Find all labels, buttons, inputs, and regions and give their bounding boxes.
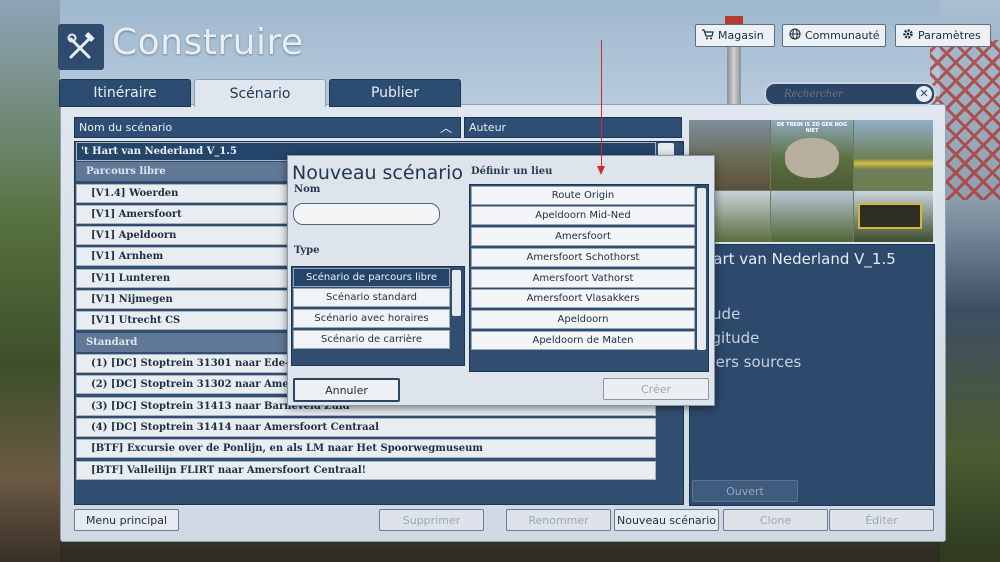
type-option-free-roam[interactable]: Scénario de parcours libre — [293, 268, 450, 287]
chevron-up-icon[interactable]: ︿ — [440, 119, 452, 136]
location-item[interactable]: Apeldoorn de Maten — [471, 331, 695, 350]
location-item[interactable]: Apeldoorn — [471, 310, 695, 329]
settings-button[interactable]: Paramètres — [895, 24, 991, 47]
type-option-timetabled[interactable]: Scénario avec horaires — [293, 309, 450, 328]
background-scenery-left — [0, 0, 60, 562]
route-info-title: Hart van Nederland V_1.5 — [702, 250, 896, 268]
location-item[interactable]: Route Origin — [471, 186, 695, 205]
route-info-panel — [689, 244, 935, 506]
column-header-author[interactable]: Auteur — [464, 117, 682, 138]
app-title: Construire — [112, 22, 304, 63]
location-label: Définir un lieu — [471, 166, 553, 177]
type-option-standard[interactable]: Scénario standard — [293, 288, 450, 307]
cancel-button[interactable]: Annuler — [293, 378, 400, 402]
column-header-name-label: Nom du scénario — [79, 121, 173, 134]
preview-thumb-trains — [854, 120, 933, 190]
store-button-label: Magasin — [718, 29, 764, 42]
tools-icon — [58, 24, 104, 70]
scenario-name-input[interactable] — [293, 203, 440, 225]
settings-button-label: Paramètres — [918, 29, 981, 42]
annotation-arrow-icon — [597, 166, 605, 175]
globe-icon — [789, 28, 801, 43]
search-input[interactable] — [782, 85, 916, 104]
open-button[interactable]: Ouvert — [692, 480, 798, 502]
main-menu-button[interactable]: Menu principal — [74, 509, 179, 531]
tab-itineraire[interactable]: Itinéraire — [59, 79, 191, 107]
column-header-name[interactable]: Nom du scénario ︿ — [74, 117, 461, 138]
new-scenario-button[interactable]: Nouveau scénario — [614, 509, 719, 531]
location-item[interactable]: Amersfoort Schothorst — [471, 248, 695, 267]
preview-thumb-loco — [854, 191, 933, 242]
community-button-label: Communauté — [805, 29, 880, 42]
location-list-scrollbar[interactable] — [697, 188, 706, 350]
community-button[interactable]: Communauté — [782, 24, 886, 47]
cart-icon — [702, 28, 714, 43]
store-button[interactable]: Magasin — [695, 24, 775, 47]
create-button[interactable]: Créer — [603, 378, 709, 400]
name-label: Nom — [294, 184, 321, 195]
rename-button[interactable]: Renommer — [506, 509, 611, 531]
list-item[interactable]: [BTF] Valleilijn FLIRT naar Amersfoort C… — [76, 461, 656, 480]
route-preview-image: DE TREIN IS ZO GEK NOG NIET — [689, 120, 933, 242]
location-item[interactable]: Amersfoort Vlasakkers — [471, 289, 695, 308]
delete-button[interactable]: Supprimer — [379, 509, 484, 531]
type-option-career[interactable]: Scénario de carrière — [293, 330, 450, 349]
gear-icon — [902, 28, 914, 43]
type-label: Type — [294, 245, 320, 256]
list-item[interactable]: (4) [DC] Stoptrein 31414 naar Amersfoort… — [76, 418, 656, 437]
edit-button[interactable]: Éditer — [829, 509, 934, 531]
info-source-files: hiers sources — [702, 353, 802, 371]
annotation-arrow-line — [601, 40, 602, 168]
location-item[interactable]: Amersfoort — [471, 227, 695, 246]
list-item[interactable]: [BTF] Excursie over de Ponlijn, en als L… — [76, 439, 656, 458]
preview-thumb-platform — [771, 191, 853, 242]
column-header-author-label: Auteur — [469, 121, 507, 134]
location-item[interactable]: Amersfoort Vathorst — [471, 269, 695, 288]
close-icon[interactable]: ✕ — [916, 86, 932, 102]
preview-caption: DE TREIN IS ZO GEK NOG NIET — [776, 122, 848, 134]
location-item[interactable]: Apeldoorn Mid-Ned — [471, 206, 695, 225]
dialog-title: Nouveau scénario — [292, 162, 463, 184]
preview-thumb-stone: DE TREIN IS ZO GEK NOG NIET — [771, 120, 853, 190]
type-list-scrollbar[interactable] — [452, 270, 461, 316]
search-box[interactable]: ✕ — [764, 82, 936, 106]
clone-button[interactable]: Clone — [723, 509, 828, 531]
tab-scenario[interactable]: Scénario — [194, 79, 326, 107]
tab-publier[interactable]: Publier — [329, 79, 461, 107]
